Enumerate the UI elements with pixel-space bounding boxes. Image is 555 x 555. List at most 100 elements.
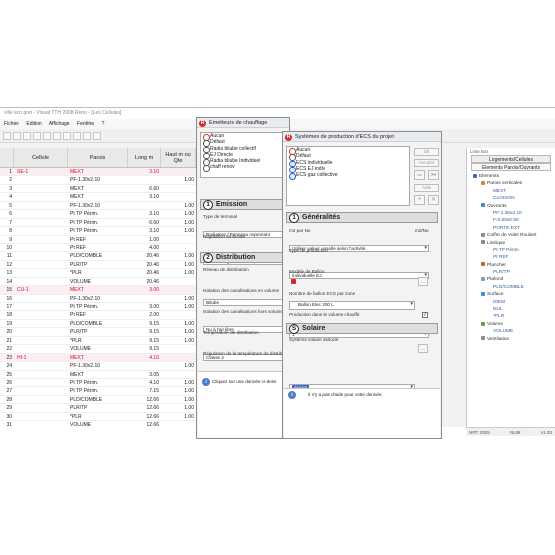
wall-type[interactable]: Pt REF (68, 311, 128, 318)
table-row[interactable]: 3 MEXT 6.60 (0, 185, 196, 194)
tree-item[interactable]: PLD/COMBLE (467, 284, 555, 291)
ok-button[interactable]: Ok (414, 148, 439, 156)
tree-item[interactable]: Volume (467, 321, 555, 328)
wall-type[interactable]: Pt TP Périm. (68, 387, 128, 394)
cell-name[interactable] (14, 371, 68, 378)
height-value[interactable] (161, 168, 196, 175)
table-row[interactable]: 21 *PLR 9.15 1.00 (0, 337, 196, 346)
height-value[interactable] (161, 185, 196, 192)
length-value[interactable]: 9.15 (128, 345, 161, 352)
row-number[interactable]: 15 (0, 286, 14, 293)
row-number[interactable]: 19 (0, 320, 14, 327)
table-row[interactable]: 22 VOLUME 9.15 (0, 345, 196, 354)
row-number[interactable]: 8 (0, 227, 14, 234)
delete-button[interactable]: ✕ (428, 195, 439, 205)
cell-name[interactable] (14, 227, 68, 234)
table-row[interactable]: 18 Pt REF 2.00 (0, 311, 196, 320)
length-value[interactable]: 4.00 (128, 244, 161, 251)
tree-item[interactable]: MEXT (467, 188, 555, 195)
cancel-button[interactable]: Annuler (414, 159, 439, 167)
cell-name[interactable] (14, 244, 68, 251)
wall-type[interactable]: MEXT (68, 286, 128, 293)
row-number[interactable]: 4 (0, 193, 14, 200)
row-number[interactable]: 3 (0, 185, 14, 192)
height-value[interactable] (161, 311, 196, 318)
table-row[interactable]: 29 PLR/TP 12.66 1.00 (0, 404, 196, 413)
table-row[interactable]: 11 PLD/COMBLE 20.46 1.00 (0, 252, 196, 261)
open-icon[interactable] (13, 131, 21, 140)
height-value[interactable]: 1.00 (161, 320, 196, 327)
copy-icon[interactable] (43, 131, 51, 140)
table-row[interactable]: 24 PF-1.30x2.10 1.00 (0, 362, 196, 371)
table-row[interactable]: 27 Pt TP Périm. 7.15 1.00 (0, 387, 196, 396)
row-number[interactable]: 9 (0, 236, 14, 243)
row-number[interactable]: 27 (0, 387, 14, 394)
height-value[interactable]: 1.00 (161, 219, 196, 226)
table-row[interactable]: 20 PLR/TP 9.15 1.00 (0, 328, 196, 337)
volume-chauffe-checkbox[interactable]: ✓ (422, 312, 428, 318)
row-number[interactable]: 21 (0, 337, 14, 344)
length-value[interactable]: 12.66 (128, 404, 161, 411)
table-row[interactable]: 13 *PLR 20.46 1.00 (0, 269, 196, 278)
table-row[interactable]: 12 PLR/TP 20.46 1.00 (0, 261, 196, 270)
wall-type[interactable]: *PLR (68, 337, 128, 344)
row-number[interactable]: 12 (0, 261, 14, 268)
length-value[interactable]: 6.60 (128, 219, 161, 226)
height-value[interactable]: 1.00 (161, 252, 196, 259)
cell-name[interactable]: HI-1 (14, 354, 68, 361)
tree-item[interactable]: VOLUME (467, 328, 555, 335)
length-value[interactable]: 3.10 (128, 210, 161, 217)
calculate-icon[interactable] (83, 131, 91, 140)
wall-type[interactable]: Pt TP Périm. (68, 379, 128, 386)
height-value[interactable] (161, 421, 196, 427)
row-number[interactable]: 18 (0, 311, 14, 318)
cell-name[interactable]: SE-1 (14, 168, 68, 175)
table-row[interactable]: 6 Pt TP Périm. 3.10 1.00 (0, 210, 196, 219)
height-value[interactable] (161, 371, 196, 378)
height-value[interactable] (161, 193, 196, 200)
cell-name[interactable] (14, 379, 68, 386)
wall-type[interactable]: PLR/TP (68, 328, 128, 335)
row-number[interactable]: 1 (0, 168, 14, 175)
height-value[interactable]: 1.00 (161, 379, 196, 386)
row-number[interactable]: 16 (0, 295, 14, 302)
row-number[interactable]: 31 (0, 421, 14, 427)
height-value[interactable]: 1.00 (161, 337, 196, 344)
row-number[interactable]: 25 (0, 371, 14, 378)
wall-type[interactable]: Pt TP Périm. (68, 219, 128, 226)
tree-item[interactable]: NUL (467, 306, 555, 313)
cell-name[interactable] (14, 269, 68, 276)
cell-name[interactable] (14, 295, 68, 302)
wall-type[interactable]: VOLUME (68, 345, 128, 352)
length-value[interactable]: 9.15 (128, 320, 161, 327)
cell-name[interactable] (14, 236, 68, 243)
cell-name[interactable] (14, 413, 68, 420)
new-icon[interactable] (3, 131, 11, 140)
height-value[interactable]: 1.00 (161, 396, 196, 403)
wall-type[interactable]: MEXT (68, 193, 128, 200)
tree-item[interactable]: Ouvrants (467, 203, 555, 210)
length-value[interactable]: 1.00 (128, 236, 161, 243)
wall-type[interactable]: Pt TP Périm. (68, 227, 128, 234)
row-number[interactable]: 10 (0, 244, 14, 251)
tree-item[interactable]: Ventilation (467, 336, 555, 343)
row-number[interactable]: 29 (0, 404, 14, 411)
table-row[interactable]: 5 PF-1.30x2.10 1.00 (0, 202, 196, 211)
table-row[interactable]: 19 PLD/COMBLE 9.15 1.00 (0, 320, 196, 329)
network-select[interactable]: Bitube (203, 299, 285, 306)
cell-name[interactable] (14, 176, 68, 183)
length-value[interactable]: 3.10 (128, 193, 161, 200)
tree-item[interactable]: PLR/TP (467, 269, 555, 276)
insert-row-icon[interactable] (63, 131, 71, 140)
height-value[interactable]: 1.00 (161, 176, 196, 183)
tree-item[interactable]: Pt TP Périm. (467, 247, 555, 254)
length-value[interactable]: 3.10 (128, 227, 161, 234)
cell-name[interactable] (14, 193, 68, 200)
wall-type[interactable]: PF-1.30x2.10 (68, 176, 128, 183)
cell-name[interactable] (14, 362, 68, 369)
menu-fichier[interactable]: Fichier (4, 121, 19, 127)
row-number[interactable]: 24 (0, 362, 14, 369)
length-value[interactable]: 3.00 (128, 286, 161, 293)
length-value[interactable]: 20.46 (128, 269, 161, 276)
add-button[interactable]: + (414, 195, 425, 205)
